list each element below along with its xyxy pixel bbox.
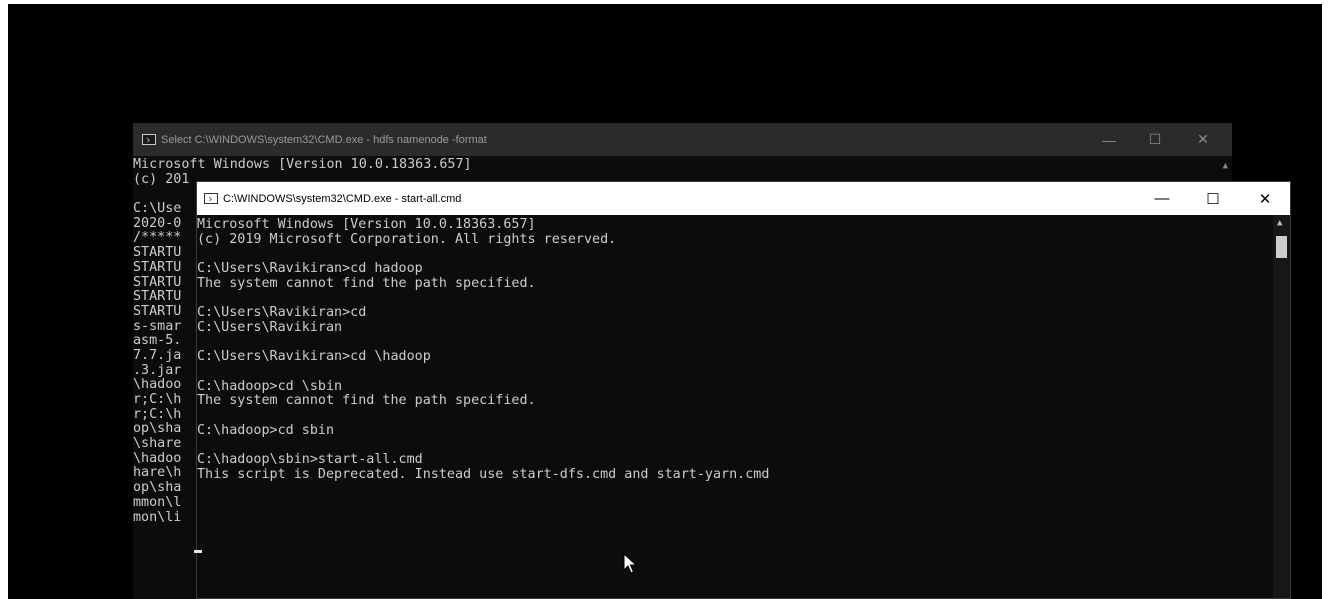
console-line: This script is Deprecated. Instead use s… xyxy=(197,466,770,482)
console-window-start-all[interactable]: C:\WINDOWS\system32\CMD.exe - start-all.… xyxy=(196,181,1291,599)
console-line: The system cannot find the path specifie… xyxy=(197,393,536,409)
console-line: (c) 2019 Microsoft Corporation. All righ… xyxy=(197,231,617,247)
window-title: Select C:\WINDOWS\system32\CMD.exe - hdf… xyxy=(161,133,487,146)
minimize-icon: — xyxy=(1154,190,1170,207)
minimize-icon: — xyxy=(1102,131,1116,148)
scroll-up-icon[interactable]: ▲ xyxy=(1223,161,1228,171)
close-button[interactable]: ✕ xyxy=(1180,123,1226,156)
maximize-button[interactable]: ☐ xyxy=(1190,182,1236,215)
console-line: C:\Users\Ravikiran>cd hadoop xyxy=(197,261,423,277)
maximize-icon: ☐ xyxy=(1206,190,1220,208)
close-icon: ✕ xyxy=(1258,190,1272,208)
console-line: C:\Users\Ravikiran>cd \hadoop xyxy=(197,349,431,365)
close-icon: ✕ xyxy=(1197,131,1209,147)
mouse-pointer-icon xyxy=(623,553,637,574)
console-line: C:\Users\Ravikiran>cd xyxy=(197,305,367,321)
console-line: Microsoft Windows [Version 10.0.18363.65… xyxy=(133,157,472,172)
text-cursor xyxy=(194,550,202,553)
scrollbar-thumb[interactable] xyxy=(1276,236,1287,258)
console-line: Microsoft Windows [Version 10.0.18363.65… xyxy=(197,217,536,232)
console-line: C:\hadoop>cd \sbin xyxy=(197,378,343,394)
console-line: C:\Users\Ravikiran xyxy=(197,319,343,335)
maximize-button[interactable]: ☐ xyxy=(1132,123,1178,156)
console-line: C:\hadoop>cd sbin xyxy=(197,422,335,438)
titlebar[interactable]: Select C:\WINDOWS\system32\CMD.exe - hdf… xyxy=(133,123,1232,156)
console-line: C:\hadoop\sbin>start-all.cmd xyxy=(197,452,423,467)
window-title: C:\WINDOWS\system32\CMD.exe - start-all.… xyxy=(223,192,462,205)
close-button[interactable]: ✕ xyxy=(1242,182,1288,215)
console-output[interactable]: Microsoft Windows [Version 10.0.18363.65… xyxy=(197,217,770,482)
console-line: The system cannot find the path specifie… xyxy=(197,275,536,291)
scroll-up-icon[interactable]: ▲ xyxy=(1277,218,1282,228)
minimize-button[interactable]: — xyxy=(1086,123,1132,156)
vertical-scrollbar[interactable]: ▲ xyxy=(1273,215,1290,598)
screen-border-top xyxy=(0,0,1330,4)
cmd-icon xyxy=(142,134,156,145)
cmd-icon xyxy=(204,193,218,204)
screen-border-right xyxy=(1322,0,1330,599)
titlebar[interactable]: C:\WINDOWS\system32\CMD.exe - start-all.… xyxy=(197,182,1290,215)
screen-border-left xyxy=(0,0,8,599)
maximize-icon: ☐ xyxy=(1148,131,1162,147)
minimize-button[interactable]: — xyxy=(1139,182,1185,215)
